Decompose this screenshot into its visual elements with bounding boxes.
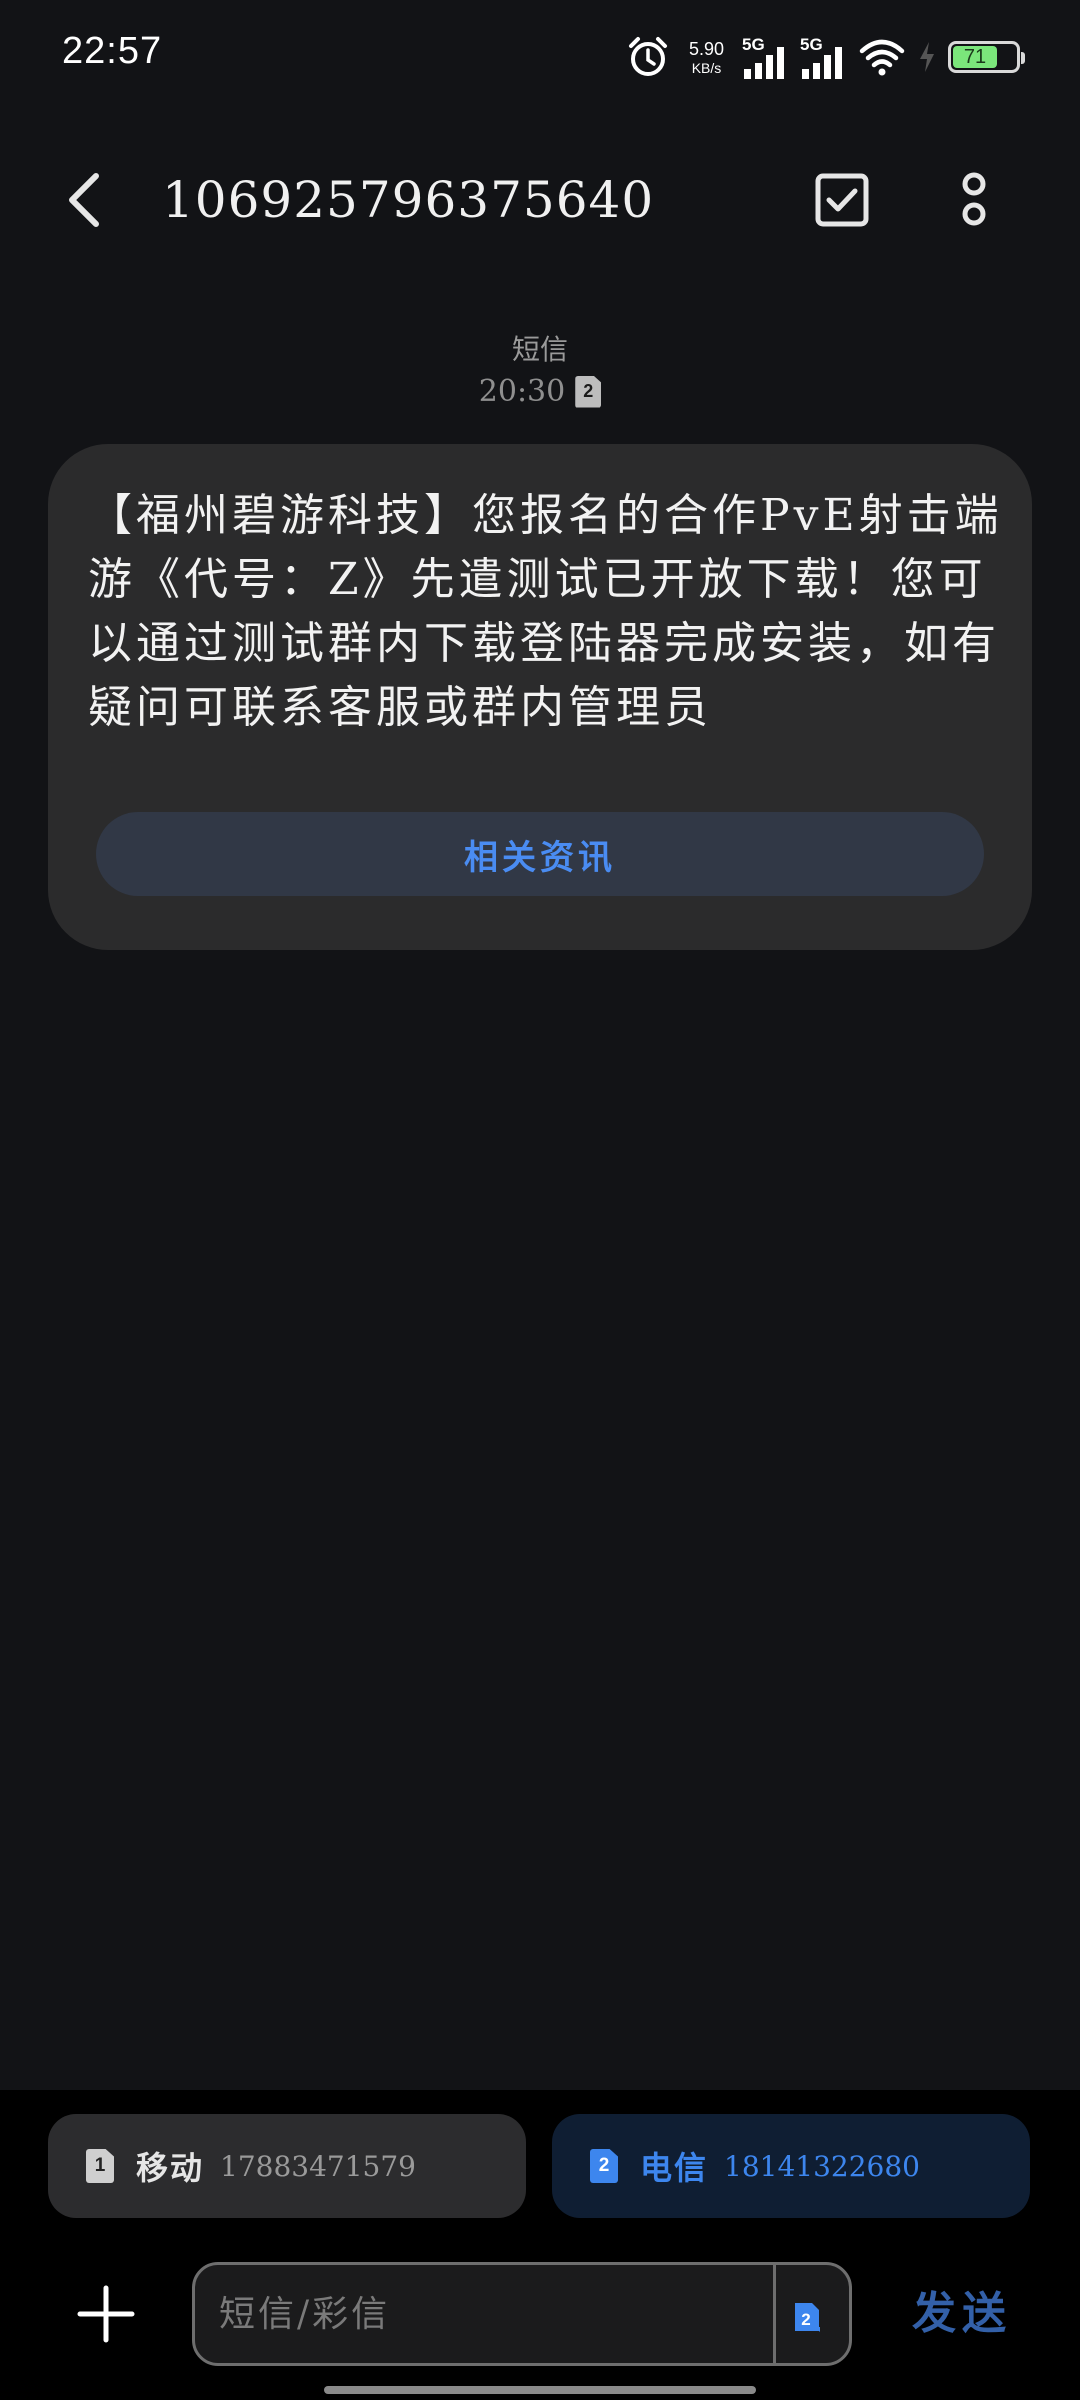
sim-switch-icon[interactable]: 2: [793, 2301, 821, 2333]
sim-card-icon: 2: [575, 375, 602, 408]
signal-icon: [744, 47, 784, 79]
multi-select-checkbox-icon[interactable]: [812, 170, 872, 230]
sim2-select-button[interactable]: 2 电信 18141322680: [552, 2114, 1030, 2218]
add-attachment-icon[interactable]: [76, 2284, 136, 2344]
sim2-signal: 5G: [800, 35, 846, 79]
status-bar: 22:57 5.90 KB/s 5G 5G 71: [0, 0, 1080, 110]
wifi-icon: [859, 39, 905, 76]
home-indicator[interactable]: [324, 2386, 756, 2394]
sim2-number: 18141322680: [724, 2149, 920, 2183]
sim-card-icon: 2: [590, 2149, 618, 2183]
message-type-label: 短信: [511, 333, 568, 366]
related-info-button[interactable]: 相关资讯: [96, 812, 984, 896]
sim-card-icon: 1: [86, 2149, 114, 2183]
input-divider: [773, 2265, 776, 2363]
compose-panel: 1 移动 17883471579 2 电信 18141322680 2 发送: [0, 2090, 1080, 2400]
send-button[interactable]: 发送: [912, 2282, 1012, 2346]
more-options-icon[interactable]: [950, 168, 998, 232]
battery-tip: [1021, 52, 1025, 64]
sim1-carrier: 移动: [136, 2149, 205, 2187]
compose-row: 2 发送: [0, 2262, 1080, 2366]
message-timestamp: 20:30: [478, 374, 566, 409]
message-input[interactable]: [195, 2265, 773, 2363]
message-input-container: 2: [192, 2262, 852, 2366]
sim1-signal: 5G: [742, 35, 788, 79]
network-speed-unit: KB/s: [691, 59, 722, 76]
battery-level: 71: [953, 46, 998, 68]
charging-bolt-icon: [920, 42, 934, 72]
message-bubble[interactable]: 【福州碧游科技】您报名的合作PvE射击端游《代号：Z》先遣测试已开放下载！您可以…: [48, 444, 1032, 950]
signal-icon: [802, 47, 842, 79]
battery-icon: 71: [948, 41, 1025, 73]
status-icons: 5.90 KB/s 5G 5G 71: [625, 32, 1025, 82]
message-text: 【福州碧游科技】您报名的合作PvE射击端游《代号：Z》先遣测试已开放下载！您可以…: [88, 490, 1003, 733]
conversation-header: 106925796375640: [0, 150, 1080, 250]
sim1-number: 17883471579: [220, 2149, 416, 2183]
sim1-select-button[interactable]: 1 移动 17883471579: [48, 2114, 526, 2218]
sim2-carrier: 电信: [640, 2149, 709, 2187]
network-speed-value: 5.90: [688, 38, 724, 59]
alarm-icon: [628, 37, 667, 76]
back-arrow-icon[interactable]: [56, 168, 120, 232]
message-timestamp-row: 20:30 2: [0, 374, 1080, 409]
contact-title: 106925796375640: [162, 171, 655, 229]
network-speed: 5.90 KB/s: [689, 40, 724, 75]
sim-switch-slot: 2: [801, 2310, 810, 2329]
status-time: 22:57: [62, 30, 163, 72]
